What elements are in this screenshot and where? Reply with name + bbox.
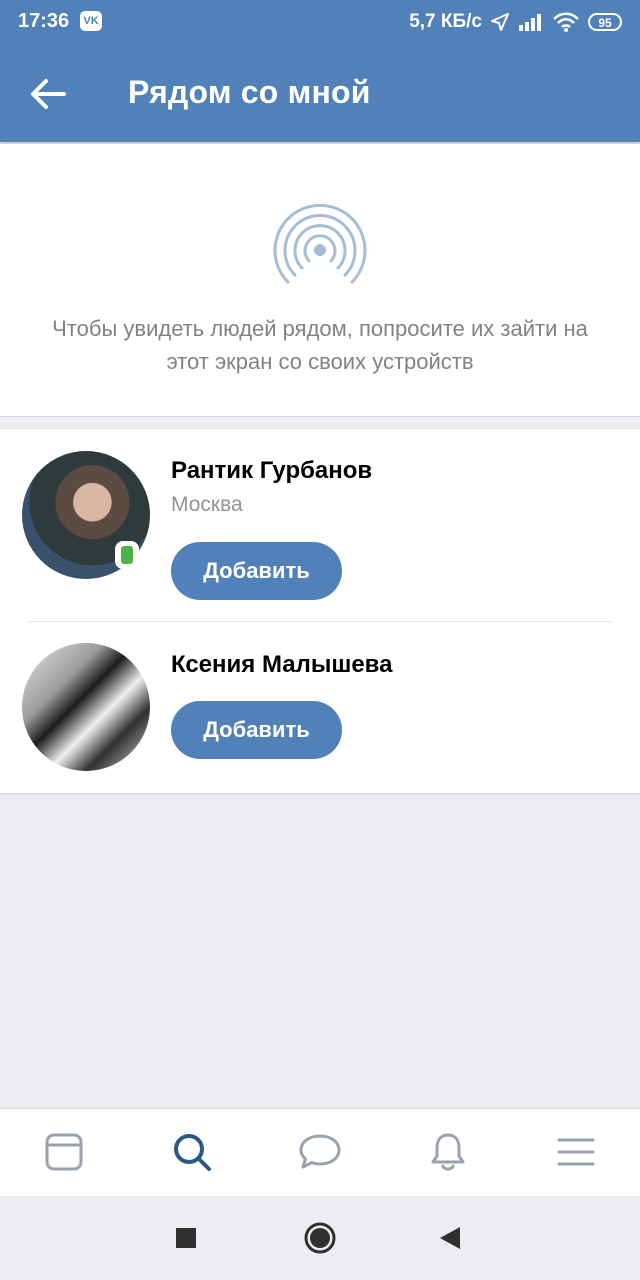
news-icon	[45, 1133, 83, 1171]
arrow-left-icon	[31, 79, 66, 109]
page-title: Рядом со мной	[128, 74, 371, 110]
add-friend-button[interactable]: Добавить	[171, 542, 342, 600]
nearby-hint-text: Чтобы увидеть людей рядом, попросите их …	[52, 316, 588, 374]
radar-icon	[273, 203, 367, 284]
menu-icon	[557, 1138, 595, 1166]
people-list: Рантик Гурбанов Москва Добавить Ксения М…	[0, 428, 640, 794]
messages-icon	[299, 1134, 341, 1169]
battery-level: 95	[598, 16, 612, 30]
person-name[interactable]: Ксения Малышева	[171, 651, 392, 679]
home-button[interactable]	[300, 1218, 340, 1258]
recent-apps-icon	[176, 1228, 196, 1248]
back-button[interactable]	[26, 72, 70, 116]
notifications-icon	[431, 1133, 465, 1171]
avatar[interactable]	[22, 643, 150, 771]
tab-notifications[interactable]	[423, 1127, 473, 1177]
android-navigation-bar	[0, 1196, 640, 1280]
online-mobile-icon	[115, 541, 139, 569]
tab-menu[interactable]	[551, 1127, 601, 1177]
person-city: Москва	[171, 493, 243, 516]
vk-notification-icon: VK	[80, 11, 102, 31]
recent-apps-button[interactable]	[166, 1218, 206, 1258]
location-arrow-icon	[491, 13, 509, 31]
bottom-tab-bar	[0, 1108, 640, 1197]
back-nav-button[interactable]	[430, 1218, 470, 1258]
status-right-group: 5,7 КБ/с 95	[409, 10, 622, 34]
tab-news[interactable]	[39, 1127, 89, 1177]
status-bar: 17:36 VK 5,7 КБ/с 95	[0, 0, 640, 44]
tab-search[interactable]	[167, 1127, 217, 1177]
add-friend-button[interactable]: Добавить	[171, 701, 342, 759]
person-name[interactable]: Рантик Гурбанов	[171, 457, 372, 485]
search-icon	[174, 1134, 211, 1171]
signal-icon	[519, 14, 541, 31]
back-icon	[440, 1227, 460, 1249]
wifi-icon	[553, 12, 579, 32]
nearby-info-card: Чтобы увидеть людей рядом, попросите их …	[0, 144, 640, 417]
home-icon	[304, 1222, 336, 1254]
app-header: Рядом со мной	[0, 44, 640, 142]
status-time: 17:36	[18, 10, 70, 32]
tab-messages[interactable]	[295, 1127, 345, 1177]
network-speed: 5,7 КБ/с	[409, 11, 482, 32]
divider	[28, 621, 612, 622]
battery-icon: 95	[588, 13, 622, 31]
